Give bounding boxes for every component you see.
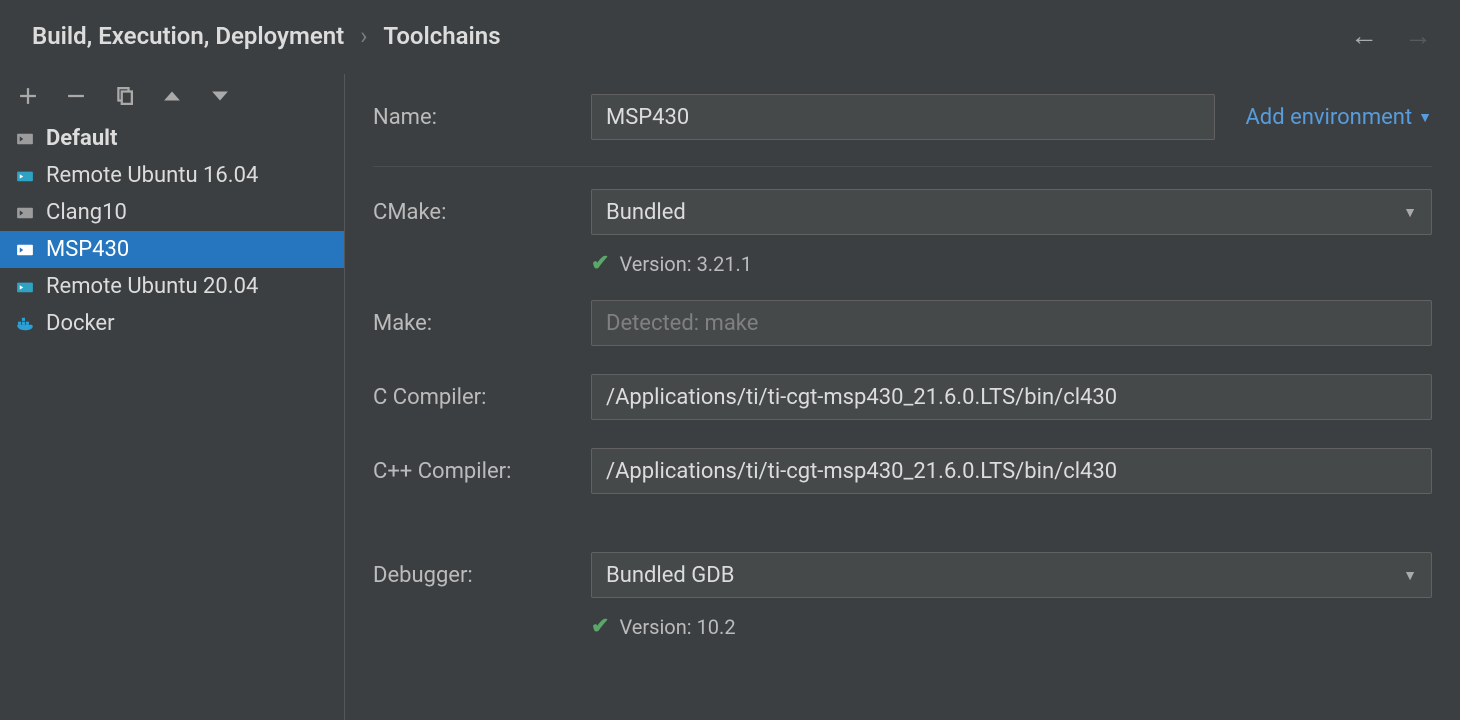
cmake-select[interactable]: Bundled ▼ bbox=[591, 189, 1432, 235]
remove-icon[interactable] bbox=[64, 84, 88, 108]
terminal-icon bbox=[14, 202, 36, 224]
chevron-down-icon: ▼ bbox=[1403, 567, 1417, 584]
check-icon: ✔ bbox=[591, 614, 609, 639]
breadcrumb-current: Toolchains bbox=[383, 22, 500, 50]
make-input[interactable]: Detected: make bbox=[591, 300, 1432, 346]
debugger-select[interactable]: Bundled GDB ▼ bbox=[591, 552, 1432, 598]
cmake-version-text: Version: 3.21.1 bbox=[619, 252, 752, 276]
breadcrumb-parent[interactable]: Build, Execution, Deployment bbox=[32, 22, 344, 50]
debugger-value: Bundled GDB bbox=[606, 563, 734, 588]
toolchain-item-label: Docker bbox=[46, 311, 115, 336]
toolchain-toolbar bbox=[0, 74, 344, 120]
breadcrumb: Build, Execution, Deployment › Toolchain… bbox=[32, 22, 501, 50]
cmake-value: Bundled bbox=[606, 200, 686, 225]
name-label: Name: bbox=[373, 105, 591, 130]
toolchain-item[interactable]: Remote Ubuntu 20.04 bbox=[0, 268, 344, 305]
make-row: Make: Detected: make bbox=[373, 286, 1432, 360]
chevron-down-icon: ▼ bbox=[1418, 109, 1432, 126]
cmake-label: CMake: bbox=[373, 200, 591, 225]
terminal-icon bbox=[14, 128, 36, 150]
cxx-compiler-input[interactable]: /Applications/ti/ti-cgt-msp430_21.6.0.LT… bbox=[591, 448, 1432, 494]
toolchain-item[interactable]: Docker bbox=[0, 305, 344, 342]
cmake-row: CMake: Bundled ▼ bbox=[373, 175, 1432, 249]
cxx-compiler-value: /Applications/ti/ti-cgt-msp430_21.6.0.LT… bbox=[606, 459, 1117, 484]
add-environment-label: Add environment bbox=[1245, 105, 1412, 130]
settings-window: Build, Execution, Deployment › Toolchain… bbox=[0, 0, 1460, 720]
remote-host-icon bbox=[14, 276, 36, 298]
c-compiler-label: C Compiler: bbox=[373, 385, 591, 410]
toolchains-sidebar: Default Remote Ubuntu 16.04 Clang10 MSP430 R… bbox=[0, 74, 345, 720]
debugger-row: Debugger: Bundled GDB ▼ bbox=[373, 538, 1432, 612]
c-compiler-value: /Applications/ti/ti-cgt-msp430_21.6.0.LT… bbox=[606, 385, 1117, 410]
move-up-icon[interactable] bbox=[160, 84, 184, 108]
toolchain-item-label: Default bbox=[46, 126, 117, 151]
terminal-icon bbox=[14, 239, 36, 261]
toolchain-item-label: Clang10 bbox=[46, 200, 127, 225]
toolchain-item-label: MSP430 bbox=[46, 237, 129, 262]
toolchain-item[interactable]: MSP430 bbox=[0, 231, 344, 268]
toolchain-item[interactable]: Clang10 bbox=[0, 194, 344, 231]
debugger-label: Debugger: bbox=[373, 563, 591, 588]
breadcrumb-separator: › bbox=[360, 22, 367, 50]
make-label: Make: bbox=[373, 311, 591, 336]
c-compiler-input[interactable]: /Applications/ti/ti-cgt-msp430_21.6.0.LT… bbox=[591, 374, 1432, 420]
toolchain-item-label: Remote Ubuntu 16.04 bbox=[46, 163, 258, 188]
back-arrow-icon[interactable]: ← bbox=[1350, 22, 1378, 50]
toolchain-form: Name: MSP430 Add environment ▼ CMake: Bu… bbox=[345, 74, 1460, 720]
body: Default Remote Ubuntu 16.04 Clang10 MSP430 R… bbox=[0, 74, 1460, 720]
nav-arrows: ← → bbox=[1350, 22, 1432, 50]
chevron-down-icon: ▼ bbox=[1403, 204, 1417, 221]
cmake-status: ✔ Version: 3.21.1 bbox=[373, 249, 1432, 286]
toolchain-item[interactable]: Remote Ubuntu 16.04 bbox=[0, 157, 344, 194]
toolchain-item[interactable]: Default bbox=[0, 120, 344, 157]
docker-icon bbox=[14, 313, 36, 335]
debugger-version-text: Version: 10.2 bbox=[619, 615, 735, 639]
move-down-icon[interactable] bbox=[208, 84, 232, 108]
topbar: Build, Execution, Deployment › Toolchain… bbox=[0, 0, 1460, 74]
spacer bbox=[373, 508, 1432, 538]
cxx-compiler-label: C++ Compiler: bbox=[373, 459, 591, 484]
copy-icon[interactable] bbox=[112, 84, 136, 108]
check-icon: ✔ bbox=[591, 251, 609, 276]
add-icon[interactable] bbox=[16, 84, 40, 108]
remote-host-icon bbox=[14, 165, 36, 187]
name-row: Name: MSP430 Add environment ▼ bbox=[373, 80, 1432, 167]
make-placeholder: Detected: make bbox=[606, 311, 758, 336]
forward-arrow-icon: → bbox=[1404, 22, 1432, 50]
name-input[interactable]: MSP430 bbox=[591, 94, 1215, 140]
c-compiler-row: C Compiler: /Applications/ti/ti-cgt-msp4… bbox=[373, 360, 1432, 434]
toolchain-item-label: Remote Ubuntu 20.04 bbox=[46, 274, 258, 299]
toolchain-list[interactable]: Default Remote Ubuntu 16.04 Clang10 MSP430 R… bbox=[0, 120, 344, 720]
cxx-compiler-row: C++ Compiler: /Applications/ti/ti-cgt-ms… bbox=[373, 434, 1432, 508]
debugger-status: ✔ Version: 10.2 bbox=[373, 612, 1432, 649]
add-environment-link[interactable]: Add environment ▼ bbox=[1245, 105, 1432, 130]
